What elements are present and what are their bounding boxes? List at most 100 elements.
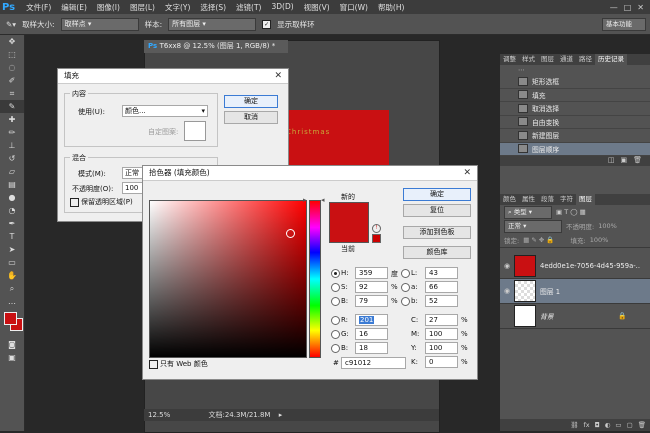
menu-item[interactable]: 编辑(E) [56,2,92,13]
menu-item[interactable]: 文字(Y) [160,2,195,13]
history-brush-tool-icon[interactable]: ↺ [0,152,24,165]
lab-b-input[interactable]: 52 [425,295,458,307]
eyedropper-tool-icon[interactable]: ✎ [0,100,24,113]
fill-value[interactable]: 100% [590,236,609,244]
add-to-swatches-button[interactable]: 添加到色板 [403,226,471,239]
eye-icon[interactable]: ◉ [500,262,514,270]
show-ring-checkbox[interactable]: ✓ [262,19,272,29]
menu-item[interactable]: 窗口(W) [335,2,373,13]
sample-dropdown[interactable]: 所有图层 ▾ [168,17,257,31]
s-input[interactable]: 92 [355,281,388,293]
history-item[interactable]: 图层顺序 [500,142,650,156]
lasso-tool-icon[interactable]: ◌ [0,61,24,74]
g-radio[interactable] [331,330,340,339]
pen-tool-icon[interactable]: ✒ [0,217,24,230]
menu-item[interactable]: 帮助(H) [373,2,410,13]
hand-tool-icon[interactable]: ✋ [0,269,24,282]
menu-item[interactable]: 3D(D) [266,2,298,13]
close-icon[interactable]: ✕ [463,166,471,180]
foreground-color-swatch[interactable] [4,312,17,325]
move-tool-icon[interactable]: ✥ [0,35,24,48]
filter-icons[interactable]: ▣ T ◯ ▦ [556,208,586,216]
history-item[interactable]: 新建图层 [500,129,650,143]
gamut-warning-icon[interactable]: ! [372,224,381,233]
a-input[interactable]: 66 [425,281,458,293]
history-panel-tab[interactable]: 通道 [557,54,576,65]
link-icon[interactable]: ⛓ [570,421,578,429]
screen-mode-icon[interactable]: ▣ [0,351,24,364]
l-input[interactable]: 43 [425,267,458,279]
blue-input[interactable]: 18 [355,342,388,354]
marquee-tool-icon[interactable]: ⬚ [0,48,24,61]
gradient-tool-icon[interactable]: ▤ [0,178,24,191]
quick-select-tool-icon[interactable]: ✐ [0,74,24,87]
layers-panel-tab[interactable]: 图层 [576,194,595,205]
r-radio[interactable] [331,316,340,325]
maximize-button[interactable]: □ [624,3,632,12]
crop-tool-icon[interactable]: ⌗ [0,87,24,100]
menu-item[interactable]: 视图(V) [299,2,335,13]
snapshot-icon[interactable]: ◫ [608,156,615,166]
hex-input[interactable]: c91012 [341,357,406,369]
layer-row-background[interactable]: 背景 🔒 [500,304,650,329]
close-icon[interactable]: ✕ [274,69,282,83]
workspace-dropdown[interactable]: 基本功能 [602,17,646,31]
layers-panel-tab[interactable]: 颜色 [500,194,519,205]
picker-reset-button[interactable]: 复位 [403,204,471,217]
fill-cancel-button[interactable]: 取消 [224,111,278,124]
b-input[interactable]: 79 [355,295,388,307]
color-field[interactable] [149,200,307,358]
history-panel-tab[interactable]: 路径 [576,54,595,65]
layer-row-image[interactable]: ◉ 4edd0e1e-7056-4d45-959a-... [500,254,650,279]
y-input[interactable]: 100 [425,342,458,354]
new-layer-icon[interactable]: ▢ [627,421,633,429]
adjustment-icon[interactable]: ◐ [605,421,611,429]
history-panel-tab[interactable]: 历史记录 [595,54,627,65]
layer-row-layer1[interactable]: ◉ 图层 1 [500,279,650,304]
opacity-value[interactable]: 100% [598,222,617,230]
path-select-tool-icon[interactable]: ➤ [0,243,24,256]
layers-panel-tab[interactable]: 属性 [519,194,538,205]
history-item[interactable]: 矩形选框 [500,75,650,89]
color-libraries-button[interactable]: 颜色库 [403,246,471,259]
eraser-tool-icon[interactable]: ▱ [0,165,24,178]
h-radio[interactable] [331,269,340,278]
type-tool-icon[interactable]: T [0,230,24,243]
menu-item[interactable]: 滤镜(T) [231,2,266,13]
sample-size-dropdown[interactable]: 取样点 ▾ [60,17,139,31]
current-color-swatch[interactable] [329,222,369,243]
web-safe-swatch[interactable] [372,234,381,243]
status-arrow-icon[interactable]: ▸ [279,411,283,419]
healing-tool-icon[interactable]: ✚ [0,113,24,126]
r-input[interactable]: 201 [355,314,388,326]
a-radio[interactable] [401,283,410,292]
brush-tool-icon[interactable]: ✏ [0,126,24,139]
h-input[interactable]: 359 [355,267,388,279]
mask-icon[interactable]: ◘ [595,421,600,429]
zoom-tool-icon[interactable]: ⌕ [0,282,24,295]
preserve-transparency-checkbox[interactable] [70,198,79,207]
menu-item[interactable]: 图像(I) [92,2,125,13]
group-icon[interactable]: ▭ [615,421,621,429]
fill-ok-button[interactable]: 确定 [224,95,278,108]
menu-item[interactable]: 图层(L) [125,2,160,13]
k-input[interactable]: 0 [425,356,458,368]
document-tab[interactable]: Ps T6xx8 @ 12.5% (图层 1, RGB/8) * [144,40,288,53]
history-panel-tab[interactable]: 图层 [538,54,557,65]
history-panel-tab[interactable]: 调整 [500,54,519,65]
minimize-button[interactable]: — [610,3,618,12]
stamp-tool-icon[interactable]: ⊥ [0,139,24,152]
eye-icon[interactable]: ◉ [500,287,514,295]
close-button[interactable]: ✕ [637,3,644,12]
trash-icon[interactable]: 🗑 [638,421,646,429]
hue-slider-left-arrow-icon[interactable]: ▸ [303,196,307,204]
l-radio[interactable] [401,269,410,278]
trash-icon[interactable]: 🗑 [633,156,642,166]
layer-filter-dropdown[interactable]: ⌕ 类型 ▾ [504,205,552,219]
picker-ok-button[interactable]: 确定 [403,188,471,201]
m-input[interactable]: 100 [425,328,458,340]
history-item[interactable]: 填充 [500,89,650,102]
history-item[interactable]: 自由变换 [500,116,650,129]
blue-radio[interactable] [331,344,340,353]
web-only-checkbox[interactable] [149,360,158,369]
